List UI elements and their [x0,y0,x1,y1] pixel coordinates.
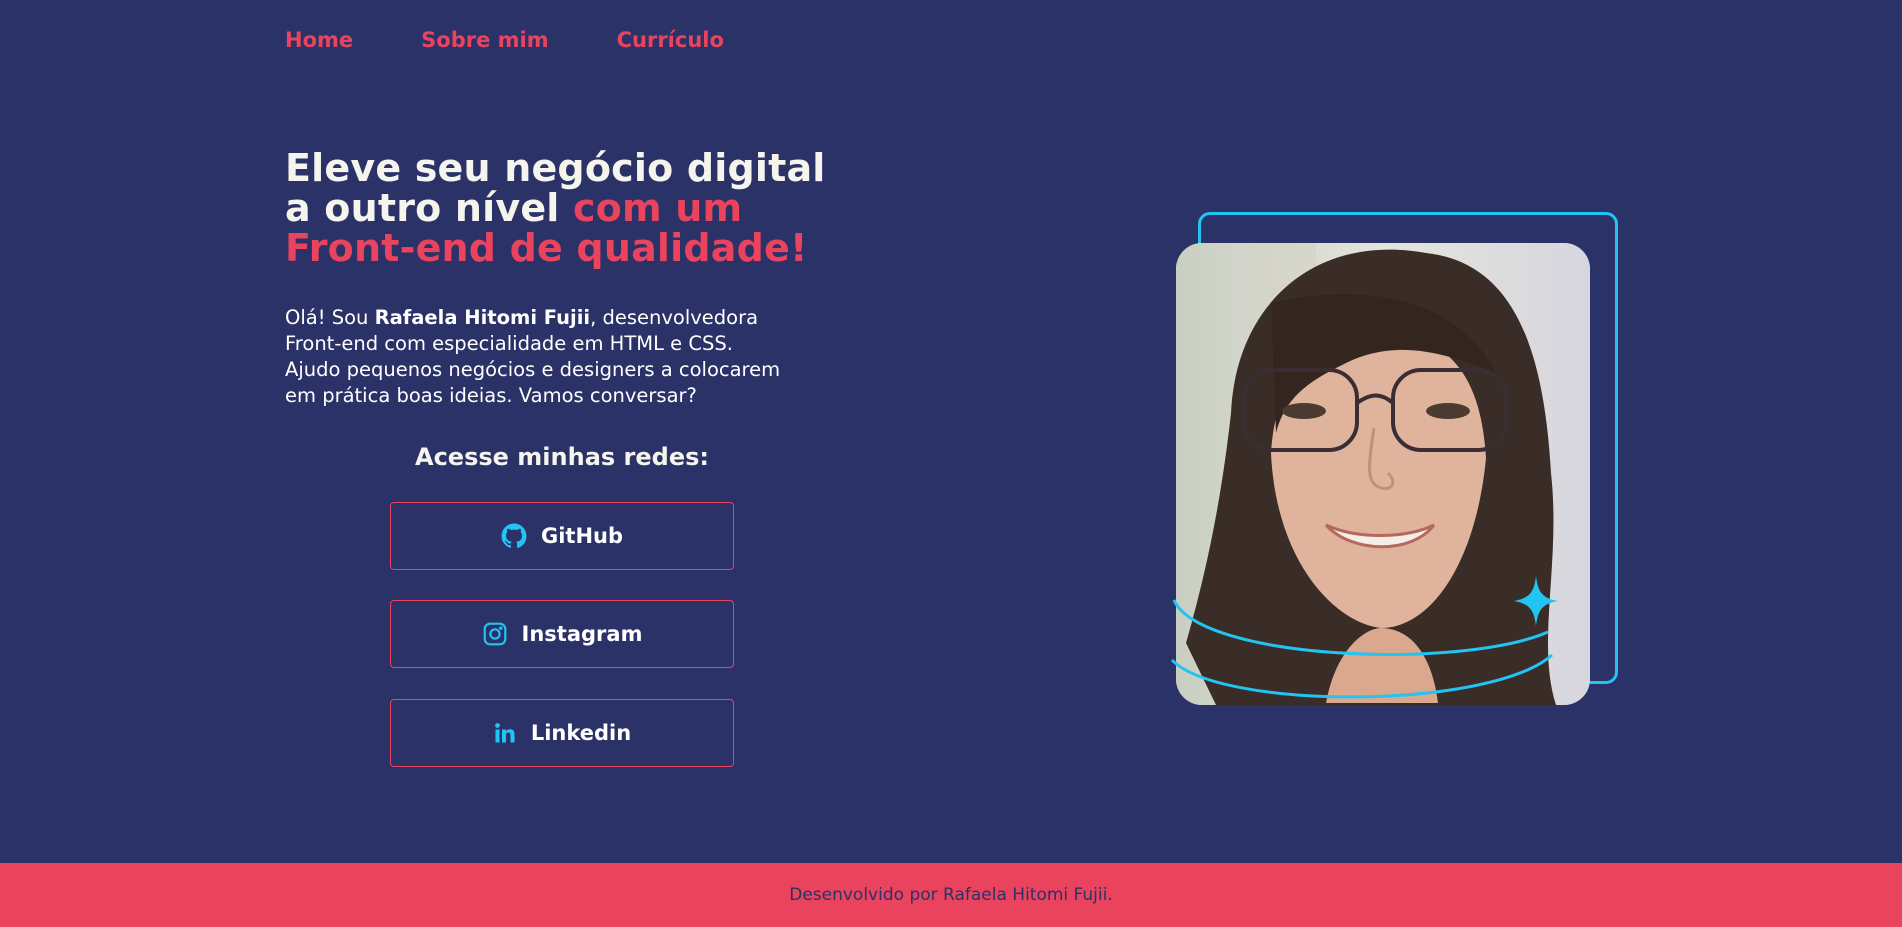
intro-paragraph: Olá! Sou Rafaela Hitomi Fujii, desenvolv… [285,305,845,409]
footer-text: Desenvolvido por Rafaela Hitomi Fujii. [789,885,1113,905]
headline-line-2: a outro nível com um [285,188,885,228]
instagram-label: Instagram [521,622,643,646]
intro-line-4: em prática boas ideias. Vamos conversar? [285,384,697,407]
github-button[interactable]: GitHub [390,502,734,570]
intro-prefix: Olá! Sou [285,306,375,329]
headline-line-1: Eleve seu negócio digital [285,146,826,190]
profile-photo [1176,243,1590,705]
linkedin-button[interactable]: Linkedin [390,699,734,767]
instagram-icon [482,621,508,647]
hero-headline: Eleve seu negócio digital a outro nível … [285,148,885,268]
intro-name: Rafaela Hitomi Fujii [374,306,591,329]
linkedin-label: Linkedin [530,721,632,745]
nav-link-curriculo[interactable]: Currículo [617,28,724,52]
headline-line-3: Front-end de qualidade! [285,226,808,270]
intro-line-1-suffix: , desenvolvedora [590,306,759,329]
linkedin-icon [493,721,517,745]
intro-line-1: Olá! Sou Rafaela Hitomi Fujii, desenvolv… [285,305,845,331]
intro-line-3: Ajudo pequenos negócios e designers a co… [285,358,781,381]
footer: Desenvolvido por Rafaela Hitomi Fujii. [0,863,1902,927]
main-nav: Home Sobre mim Currículo [285,28,792,52]
page: Home Sobre mim Currículo Eleve seu negóc… [0,0,1902,927]
social-title: Acesse minhas redes: [415,443,709,471]
intro-line-2: Front-end com especialidade em HTML e CS… [285,332,733,355]
headline-line-2-accent: com um [572,186,743,230]
nav-link-sobre-mim[interactable]: Sobre mim [421,28,548,52]
headline-line-2-plain: a outro nível [285,186,573,230]
github-icon [501,523,527,549]
github-label: GitHub [540,524,624,548]
nav-link-home[interactable]: Home [285,28,353,52]
instagram-button[interactable]: Instagram [390,600,734,668]
